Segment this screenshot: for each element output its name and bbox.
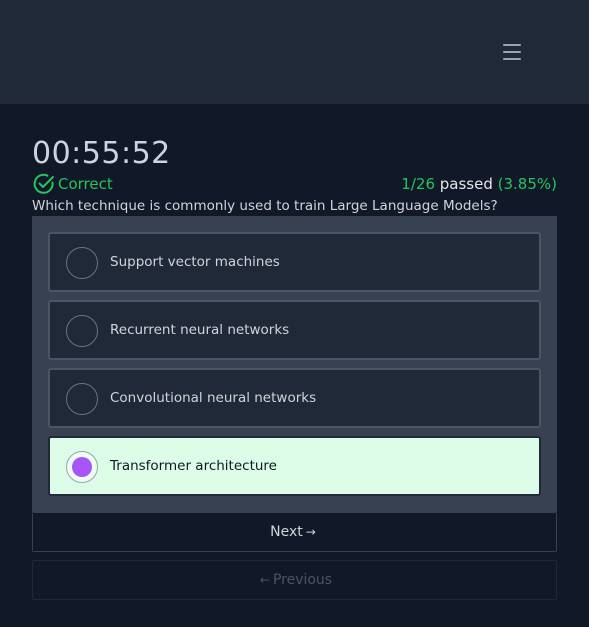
quiz-timer: 00:55:52	[32, 136, 171, 171]
question-text: Which technique is commonly used to trai…	[32, 198, 498, 214]
previous-button[interactable]: ← Previous	[32, 560, 557, 600]
option-label: Support vector machines	[110, 254, 280, 270]
next-label: Next	[270, 524, 303, 540]
check-circle-icon	[33, 173, 54, 194]
arrow-left-icon: ←	[259, 573, 270, 587]
option-label: Recurrent neural networks	[110, 322, 290, 338]
result-label: Correct	[58, 175, 113, 193]
radio-button[interactable]	[66, 383, 98, 415]
radio-button[interactable]	[66, 247, 98, 279]
arrow-right-icon: →	[305, 525, 316, 539]
options-panel: Support vector machines Recurrent neural…	[32, 216, 557, 512]
option-recurrent-neural-networks[interactable]: Recurrent neural networks	[48, 300, 541, 360]
option-label: Transformer architecture	[110, 458, 277, 474]
option-label: Convolutional neural networks	[110, 390, 317, 406]
passed-count: 1/26	[401, 175, 435, 193]
top-navbar	[0, 0, 589, 104]
option-convolutional-neural-networks[interactable]: Convolutional neural networks	[48, 368, 541, 428]
passed-percent: (3.85%)	[497, 175, 557, 193]
hamburger-menu-icon	[503, 44, 521, 46]
result-status: Correct	[32, 172, 113, 196]
option-transformer-architecture[interactable]: Transformer architecture	[48, 436, 541, 496]
hamburger-menu-button[interactable]	[495, 36, 531, 68]
next-button[interactable]: Next →	[32, 512, 557, 552]
radio-button-selected[interactable]	[66, 451, 98, 483]
previous-label: Previous	[272, 572, 333, 588]
passed-word: passed	[439, 175, 493, 193]
passed-summary: 1/26 passed (3.85%)	[401, 175, 557, 193]
option-support-vector-machines[interactable]: Support vector machines	[48, 232, 541, 292]
radio-button[interactable]	[66, 315, 98, 347]
